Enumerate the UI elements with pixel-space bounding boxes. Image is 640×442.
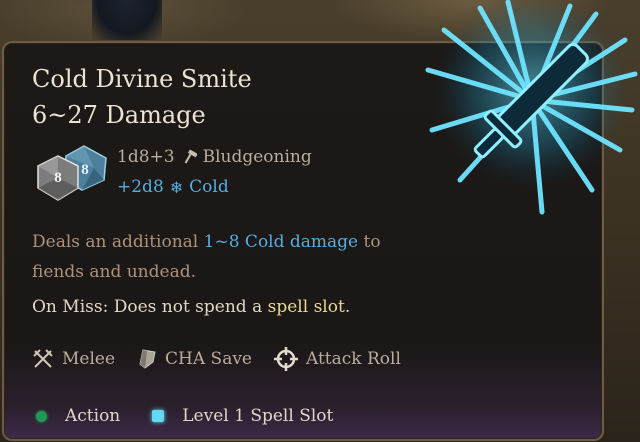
spell-properties: Melee CHA Save Attack Roll: [32, 347, 423, 371]
spell-description: Deals an additional 1~8 Cold damage to f…: [32, 227, 432, 287]
svg-text:8: 8: [81, 162, 89, 178]
crossed-swords-icon: [33, 349, 53, 368]
action-resource-icon: [36, 410, 47, 422]
bonus-damage: +2d8 ❄ Cold: [117, 177, 229, 197]
bonus-damage-roll: +2d8: [117, 177, 164, 197]
base-damage: 1d8+3 Bludgeoning: [117, 147, 312, 167]
on-miss-text: On Miss: Does not spend a spell slot.: [32, 297, 350, 317]
cold-smite-spell-icon: [420, 0, 640, 222]
description-highlight: 1~8 Cold damage: [203, 232, 359, 252]
spell-slot-cost: Level 1 Spell Slot: [152, 406, 333, 426]
action-cost-label: Action: [65, 406, 121, 426]
property-attack-roll-label: Attack Roll: [306, 349, 401, 369]
damage-dice-icon: 8 8: [34, 144, 110, 204]
shield-icon: [139, 349, 156, 369]
hammer-icon: [184, 149, 197, 164]
crosshair-icon: [274, 347, 298, 371]
base-damage-type: Bludgeoning: [202, 147, 312, 167]
bonus-damage-type: Cold: [189, 177, 229, 197]
base-damage-roll: 1d8+3: [117, 147, 175, 167]
damage-range: 6~27 Damage: [32, 101, 206, 129]
property-attack-roll: Attack Roll: [274, 347, 401, 371]
base-die-icon: 8: [37, 155, 79, 201]
snowflake-icon: ❄: [169, 177, 184, 197]
spell-slot-cost-label: Level 1 Spell Slot: [182, 406, 334, 426]
on-miss-suffix: .: [344, 297, 351, 317]
action-cost: Action: [36, 406, 120, 426]
background-character: [92, 0, 162, 40]
spell-slot-resource-icon: [152, 410, 165, 422]
on-miss-highlight: spell slot: [267, 297, 345, 317]
property-melee-label: Melee: [62, 349, 116, 369]
cost-footer: Action Level 1 Spell Slot: [4, 393, 602, 439]
property-melee: Melee: [32, 348, 115, 370]
property-cha-save: CHA Save: [137, 348, 252, 370]
spell-title: Cold Divine Smite: [32, 65, 252, 93]
svg-text:8: 8: [54, 170, 62, 186]
on-miss-prefix: On Miss: Does not spend a: [32, 297, 268, 317]
property-cha-save-label: CHA Save: [165, 349, 252, 369]
description-prefix: Deals an additional: [32, 232, 204, 252]
